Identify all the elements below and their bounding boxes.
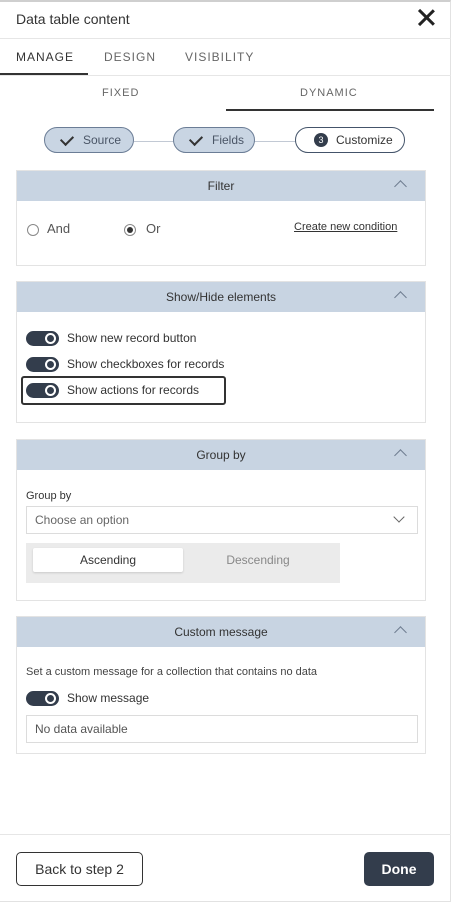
panel-title: Data table content [16, 11, 130, 27]
radio-and-label: And [47, 221, 71, 236]
tab-design[interactable]: DESIGN [104, 50, 156, 64]
radio-or[interactable] [124, 224, 136, 236]
panel-footer: Back to step 2 Done [0, 834, 451, 905]
step-customize[interactable]: 3 Customize [295, 127, 405, 153]
subtab-fixed[interactable]: FIXED [102, 87, 139, 99]
show-hide-section-header[interactable]: Show/Hide elements [17, 282, 425, 312]
sort-order-toggle: Ascending Descending [26, 543, 340, 583]
toggle-label: Show checkboxes for records [67, 357, 225, 371]
show-hide-section: Show/Hide elements Show new record butto… [16, 281, 426, 423]
panel-header: Data table content [0, 2, 451, 39]
filter-section: Filter And Or Create new condition [16, 170, 426, 266]
step-source[interactable]: Source [44, 127, 134, 153]
step-number-badge: 3 [314, 133, 328, 147]
tab-visibility[interactable]: VISIBILITY [185, 50, 254, 64]
toggle-show-message[interactable] [26, 691, 59, 706]
toggle-new-record[interactable] [26, 331, 59, 346]
select-placeholder: Choose an option [35, 513, 130, 527]
step-fields[interactable]: Fields [173, 127, 255, 153]
custom-message-section-header[interactable]: Custom message [17, 617, 425, 647]
back-button[interactable]: Back to step 2 [16, 852, 143, 886]
group-by-select[interactable]: Choose an option [26, 506, 418, 534]
toggle-checkboxes[interactable] [26, 357, 59, 372]
check-icon [188, 131, 204, 146]
main-tabs: MANAGE DESIGN VISIBILITY [0, 39, 451, 76]
step-label: Source [83, 133, 122, 147]
sort-descending-button[interactable]: Descending [183, 548, 333, 572]
step-label: Fields [212, 133, 245, 147]
sort-ascending-button[interactable]: Ascending [33, 548, 183, 572]
close-icon[interactable] [417, 8, 435, 26]
section-title: Custom message [174, 625, 268, 639]
subtab-dynamic[interactable]: DYNAMIC [300, 87, 358, 99]
section-title: Show/Hide elements [165, 290, 277, 304]
custom-message-field[interactable]: No data available [26, 715, 418, 743]
step-connector [254, 141, 296, 142]
section-title: Filter [207, 179, 235, 193]
custom-message-section: Custom message Set a custom message for … [16, 616, 426, 754]
create-condition-link[interactable]: Create new condition [294, 221, 397, 233]
custom-message-description: Set a custom message for a collection th… [26, 666, 318, 678]
step-label: Customize [336, 133, 393, 147]
toggle-label: Show new record button [67, 331, 197, 345]
toggle-label: Show message [67, 691, 150, 705]
radio-or-label: Or [146, 221, 161, 236]
radio-and[interactable] [27, 224, 39, 236]
group-by-label: Group by [26, 490, 72, 502]
group-by-section: Group by Group by Choose an option Ascen… [16, 439, 426, 601]
custom-message-value: No data available [35, 722, 128, 736]
filter-section-header[interactable]: Filter [17, 171, 425, 201]
data-table-content-panel: Data table content MANAGE DESIGN VISIBIL… [0, 0, 451, 902]
check-icon [59, 131, 75, 146]
toggle-label: Show actions for records [67, 383, 200, 397]
chevron-down-icon [393, 511, 405, 523]
section-title: Group by [196, 448, 246, 462]
active-subtab-indicator [226, 109, 434, 111]
active-tab-indicator [0, 73, 88, 75]
data-mode-tabs: FIXED DYNAMIC [16, 82, 434, 112]
wizard-steps: Source Fields 3 Customize [44, 127, 406, 155]
step-connector [134, 141, 174, 142]
group-by-section-header[interactable]: Group by [17, 440, 425, 470]
done-button[interactable]: Done [364, 852, 434, 886]
tab-manage[interactable]: MANAGE [16, 50, 74, 64]
toggle-actions[interactable] [26, 383, 59, 398]
